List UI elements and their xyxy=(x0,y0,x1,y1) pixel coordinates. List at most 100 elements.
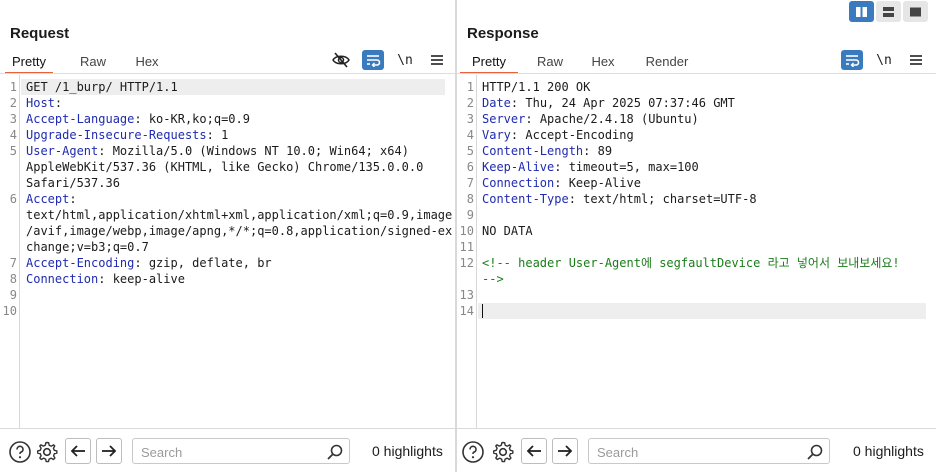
previous-match-button[interactable] xyxy=(521,438,547,464)
line-number: 4 xyxy=(466,128,474,142)
header-key: Vary xyxy=(482,128,511,142)
request-line: Accept-Encoding: gzip, deflate, br xyxy=(26,256,272,270)
response-line: Content-Length: 89 xyxy=(482,144,613,158)
header-value: ko-KR,ko;q=0.9 xyxy=(141,112,250,126)
response-line: Keep-Alive: timeout=5, max=100 xyxy=(482,160,699,174)
tab-hex[interactable]: Hex xyxy=(589,48,617,74)
line-number: 8 xyxy=(466,192,474,206)
line-number: 3 xyxy=(9,112,17,126)
header-key: Accept-Language xyxy=(26,112,135,126)
header-key: Connection xyxy=(26,272,99,286)
request-line: Upgrade-Insecure-Requests: 1 xyxy=(26,128,229,142)
settings-gear-icon[interactable] xyxy=(35,440,59,464)
response-search-bar: 0 highlights xyxy=(457,428,936,472)
line-number: 7 xyxy=(466,176,474,190)
response-search-box xyxy=(588,438,830,464)
newline-toggle[interactable]: \n xyxy=(394,50,416,70)
request-toolbar: \n xyxy=(330,50,448,70)
response-line: HTTP/1.1 200 OK xyxy=(482,80,591,94)
request-tabs: Pretty Raw Hex xyxy=(0,48,161,74)
line-number-gutter: 1 2 3 4 5 6 7 8 9 10 xyxy=(0,75,20,428)
request-line-wrap: change;v=b3;q=0.7 xyxy=(26,240,149,254)
hide-nonprintable-icon[interactable] xyxy=(330,50,352,70)
text-caret xyxy=(482,304,483,318)
header-key: Content-Type xyxy=(482,192,569,206)
header-value: 89 xyxy=(590,144,613,158)
tab-raw[interactable]: Raw xyxy=(535,48,565,74)
menu-icon[interactable] xyxy=(905,50,927,70)
line-number: 2 xyxy=(9,96,17,110)
request-line-text: GET /1_burp/ HTTP/1.1 xyxy=(26,80,178,94)
request-line-wrap: Safari/537.36 xyxy=(26,176,120,190)
line-number: 2 xyxy=(466,96,474,110)
newline-toggle[interactable]: \n xyxy=(873,50,895,70)
response-toolbar: \n xyxy=(841,50,927,70)
line-number: 1 xyxy=(9,80,17,94)
menu-icon[interactable] xyxy=(426,50,448,70)
arrow-right-icon xyxy=(102,445,117,457)
response-editor[interactable]: 1 2 3 4 5 6 7 8 9 10 11 12 13 14 HTTP/1.… xyxy=(457,75,936,428)
header-key: Host xyxy=(26,96,55,110)
tab-hex[interactable]: Hex xyxy=(133,48,161,74)
single-pane-icon xyxy=(910,7,921,16)
header-value: keep-alive xyxy=(105,272,185,286)
header-value: 1 xyxy=(213,128,229,142)
request-line-wrap: AppleWebKit/537.36 (KHTML, like Gecko) C… xyxy=(26,160,424,174)
line-number: 5 xyxy=(9,144,17,158)
line-number: 6 xyxy=(9,192,17,206)
tab-pretty[interactable]: Pretty xyxy=(460,48,518,74)
response-tabs-divider xyxy=(457,73,936,74)
tab-raw[interactable]: Raw xyxy=(78,48,108,74)
html-comment: <!-- header User-Agent에 segfaultDevice 라… xyxy=(482,256,900,270)
line-number: 4 xyxy=(9,128,17,142)
help-icon[interactable] xyxy=(8,440,32,464)
line-number: 7 xyxy=(9,256,17,270)
word-wrap-icon[interactable] xyxy=(362,50,384,70)
line-number: 3 xyxy=(466,112,474,126)
response-tabs: Pretty Raw Hex Render xyxy=(457,48,691,74)
request-search-input[interactable] xyxy=(141,443,321,461)
header-key: Server xyxy=(482,112,526,126)
next-match-button[interactable] xyxy=(96,438,122,464)
previous-match-button[interactable] xyxy=(65,438,91,464)
header-value: timeout=5, max=100 xyxy=(561,160,699,174)
response-line: Vary: Accept-Encoding xyxy=(482,128,634,142)
line-number: 9 xyxy=(9,288,17,302)
layout-single-button[interactable] xyxy=(903,1,928,22)
request-search-bar: 0 highlights xyxy=(0,428,455,472)
request-line-wrap: /avif,image/webp,image/apng,*/*;q=0.8,ap… xyxy=(26,224,453,238)
response-line: Content-Type: text/html; charset=UTF-8 xyxy=(482,192,757,206)
header-key: Date xyxy=(482,96,511,110)
header-value: Apache/2.4.18 (Ubuntu) xyxy=(532,112,699,126)
settings-gear-icon[interactable] xyxy=(491,440,515,464)
header-value: text/html; charset=UTF-8 xyxy=(575,192,757,206)
request-editor[interactable]: 1 2 3 4 5 6 7 8 9 10 GET /1_burp/ HTTP/1… xyxy=(0,75,455,428)
header-value: gzip, deflate, br xyxy=(141,256,272,270)
search-icon[interactable] xyxy=(806,443,824,461)
line-number: 10 xyxy=(2,304,17,318)
layout-toggle-group xyxy=(849,1,928,22)
response-title: Response xyxy=(467,25,539,42)
line-number: 5 xyxy=(466,144,474,158)
request-title: Request xyxy=(10,25,70,42)
search-icon[interactable] xyxy=(326,443,344,461)
next-match-button[interactable] xyxy=(552,438,578,464)
response-search-input[interactable] xyxy=(597,443,777,461)
layout-side-by-side-button[interactable] xyxy=(849,1,874,22)
tab-render[interactable]: Render xyxy=(643,48,691,74)
response-line: Date: Thu, 24 Apr 2025 07:37:46 GMT xyxy=(482,96,735,110)
word-wrap-icon[interactable] xyxy=(841,50,863,70)
request-line: GET /1_burp/ HTTP/1.1 xyxy=(21,79,445,95)
header-key: User-Agent xyxy=(26,144,99,158)
request-line: User-Agent: Mozilla/5.0 (Windows NT 10.0… xyxy=(26,144,409,158)
response-line: Connection: Keep-Alive xyxy=(482,176,641,190)
html-comment-end: --> xyxy=(482,272,504,286)
layout-stacked-button[interactable] xyxy=(876,1,901,22)
request-tabs-divider xyxy=(0,73,455,74)
request-line-wrap: text/html,application/xhtml+xml,applicat… xyxy=(26,208,453,222)
header-key: Content-Length xyxy=(482,144,584,158)
line-number: 9 xyxy=(466,208,474,222)
help-icon[interactable] xyxy=(461,440,485,464)
tab-pretty[interactable]: Pretty xyxy=(5,48,53,74)
line-number: 11 xyxy=(459,240,474,254)
